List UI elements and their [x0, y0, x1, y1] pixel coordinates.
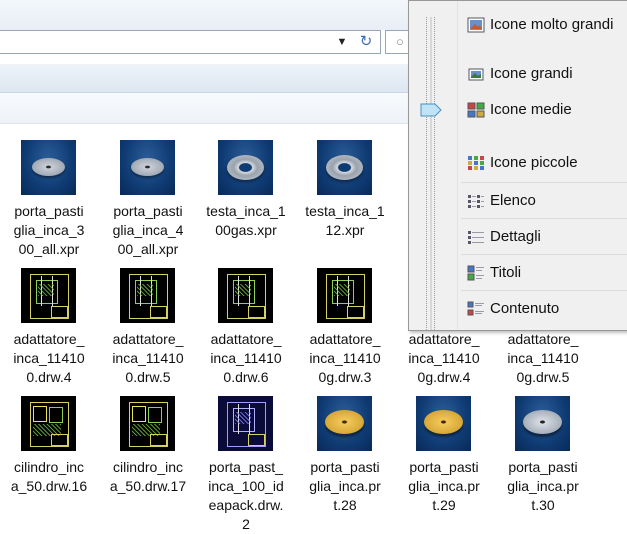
file-item[interactable]: adattatore_ inca_11410 0.drw.6: [197, 268, 295, 394]
menu-item-small-icons[interactable]: Icone piccole: [461, 149, 627, 177]
menu-item-content[interactable]: Contenuto: [461, 295, 627, 323]
menu-gutter-divider: [457, 1, 458, 330]
medium-icons-icon: [467, 102, 485, 118]
file-thumbnail: [21, 268, 76, 323]
file-name: porta_pasti glia_inca.pr t.29: [408, 459, 480, 513]
refresh-icon[interactable]: ↻: [355, 33, 377, 51]
file-item[interactable]: adattatore_ inca_11410 0g.drw.3: [296, 268, 394, 394]
content-icon: [467, 301, 485, 317]
menu-item-large-icons[interactable]: Icone grandi: [461, 60, 627, 88]
file-thumbnail: [120, 396, 175, 451]
file-name: testa_inca_1 12.xpr: [305, 203, 385, 238]
file-name: adattatore_ inca_11410 0g.drw.5: [507, 331, 579, 385]
tiles-icon: [467, 265, 485, 281]
large-icons-icon: [467, 66, 485, 82]
menu-item-details[interactable]: Dettagli: [461, 223, 627, 251]
file-item[interactable]: porta_past_ inca_100_id eapack.drw. 2: [197, 396, 295, 532]
details-icon: [467, 229, 485, 245]
menu-item-extra-large-icons[interactable]: Icone molto grandi: [461, 11, 627, 39]
view-menu: Icone molto grandi Icone grandi Icone me…: [408, 0, 627, 331]
file-thumbnail: [416, 396, 471, 451]
menu-separator: [461, 254, 627, 255]
file-thumbnail: [317, 140, 372, 195]
menu-item-label: Icone molto grandi: [490, 16, 614, 33]
file-thumbnail: [21, 140, 76, 195]
menu-item-medium-icons[interactable]: Icone medie: [461, 96, 627, 124]
file-item[interactable]: porta_pasti glia_inca_3 00_all.xpr: [0, 140, 98, 266]
file-thumbnail: [120, 268, 175, 323]
menu-item-label: Titoli: [490, 264, 522, 281]
menu-separator: [461, 290, 627, 291]
file-name: cilindro_inc a_50.drw.17: [109, 459, 187, 494]
file-name: adattatore_ inca_11410 0.drw.6: [210, 331, 282, 385]
menu-item-tiles[interactable]: Titoli: [461, 259, 627, 287]
file-name: porta_pasti glia_inca.pr t.28: [309, 459, 381, 513]
file-name: cilindro_inc a_50.drw.16: [10, 459, 88, 494]
address-dropdown-button[interactable]: ▼: [334, 33, 350, 51]
menu-separator: [461, 218, 627, 219]
file-item[interactable]: testa_inca_1 00gas.xpr: [197, 140, 295, 266]
file-item[interactable]: cilindro_inc a_50.drw.16: [0, 396, 98, 522]
file-item[interactable]: porta_pasti glia_inca.pr t.28: [296, 396, 394, 522]
menu-separator: [461, 182, 627, 183]
address-bar[interactable]: [0, 30, 381, 54]
menu-item-label: Contenuto: [490, 300, 560, 317]
file-name: porta_pasti glia_inca.pr t.30: [507, 459, 579, 513]
file-name: porta_pasti glia_inca_4 00_all.xpr: [112, 203, 184, 257]
file-thumbnail: [317, 396, 372, 451]
file-thumbnail: [120, 140, 175, 195]
file-item[interactable]: porta_pasti glia_inca.pr t.30: [494, 396, 592, 522]
file-item[interactable]: cilindro_inc a_50.drw.17: [99, 396, 197, 522]
file-item[interactable]: adattatore_ inca_11410 0.drw.5: [99, 268, 197, 394]
extra-large-icons-icon: [467, 17, 485, 33]
file-name: porta_pasti glia_inca_3 00_all.xpr: [13, 203, 85, 257]
file-name: testa_inca_1 00gas.xpr: [206, 203, 286, 238]
file-name: adattatore_ inca_11410 0g.drw.3: [309, 331, 381, 385]
small-icons-icon: [467, 155, 485, 171]
search-icon: ○: [396, 34, 404, 49]
view-size-slider-track[interactable]: [426, 17, 435, 330]
list-icon: [467, 193, 485, 209]
view-size-slider-thumb[interactable]: [420, 103, 442, 117]
menu-item-label: Dettagli: [490, 228, 541, 245]
menu-item-label: Icone piccole: [490, 154, 578, 171]
file-name: adattatore_ inca_11410 0.drw.5: [112, 331, 184, 385]
file-thumbnail: [515, 396, 570, 451]
file-name: adattatore_ inca_11410 0.drw.4: [13, 331, 85, 385]
file-name: adattatore_ inca_11410 0g.drw.4: [408, 331, 480, 385]
file-item[interactable]: porta_pasti glia_inca.pr t.29: [395, 396, 493, 522]
file-thumbnail: [317, 268, 372, 323]
file-thumbnail: [218, 396, 273, 451]
file-item[interactable]: testa_inca_1 12.xpr: [296, 140, 394, 266]
file-thumbnail: [218, 140, 273, 195]
file-item[interactable]: porta_pasti glia_inca_4 00_all.xpr: [99, 140, 197, 266]
file-thumbnail: [218, 268, 273, 323]
menu-item-label: Elenco: [490, 192, 536, 209]
menu-item-label: Icone grandi: [490, 65, 573, 82]
menu-item-label: Icone medie: [490, 101, 572, 118]
file-name: porta_past_ inca_100_id eapack.drw. 2: [208, 459, 284, 532]
file-item[interactable]: adattatore_ inca_11410 0.drw.4: [0, 268, 98, 394]
menu-item-list[interactable]: Elenco: [461, 187, 627, 215]
file-thumbnail: [21, 396, 76, 451]
